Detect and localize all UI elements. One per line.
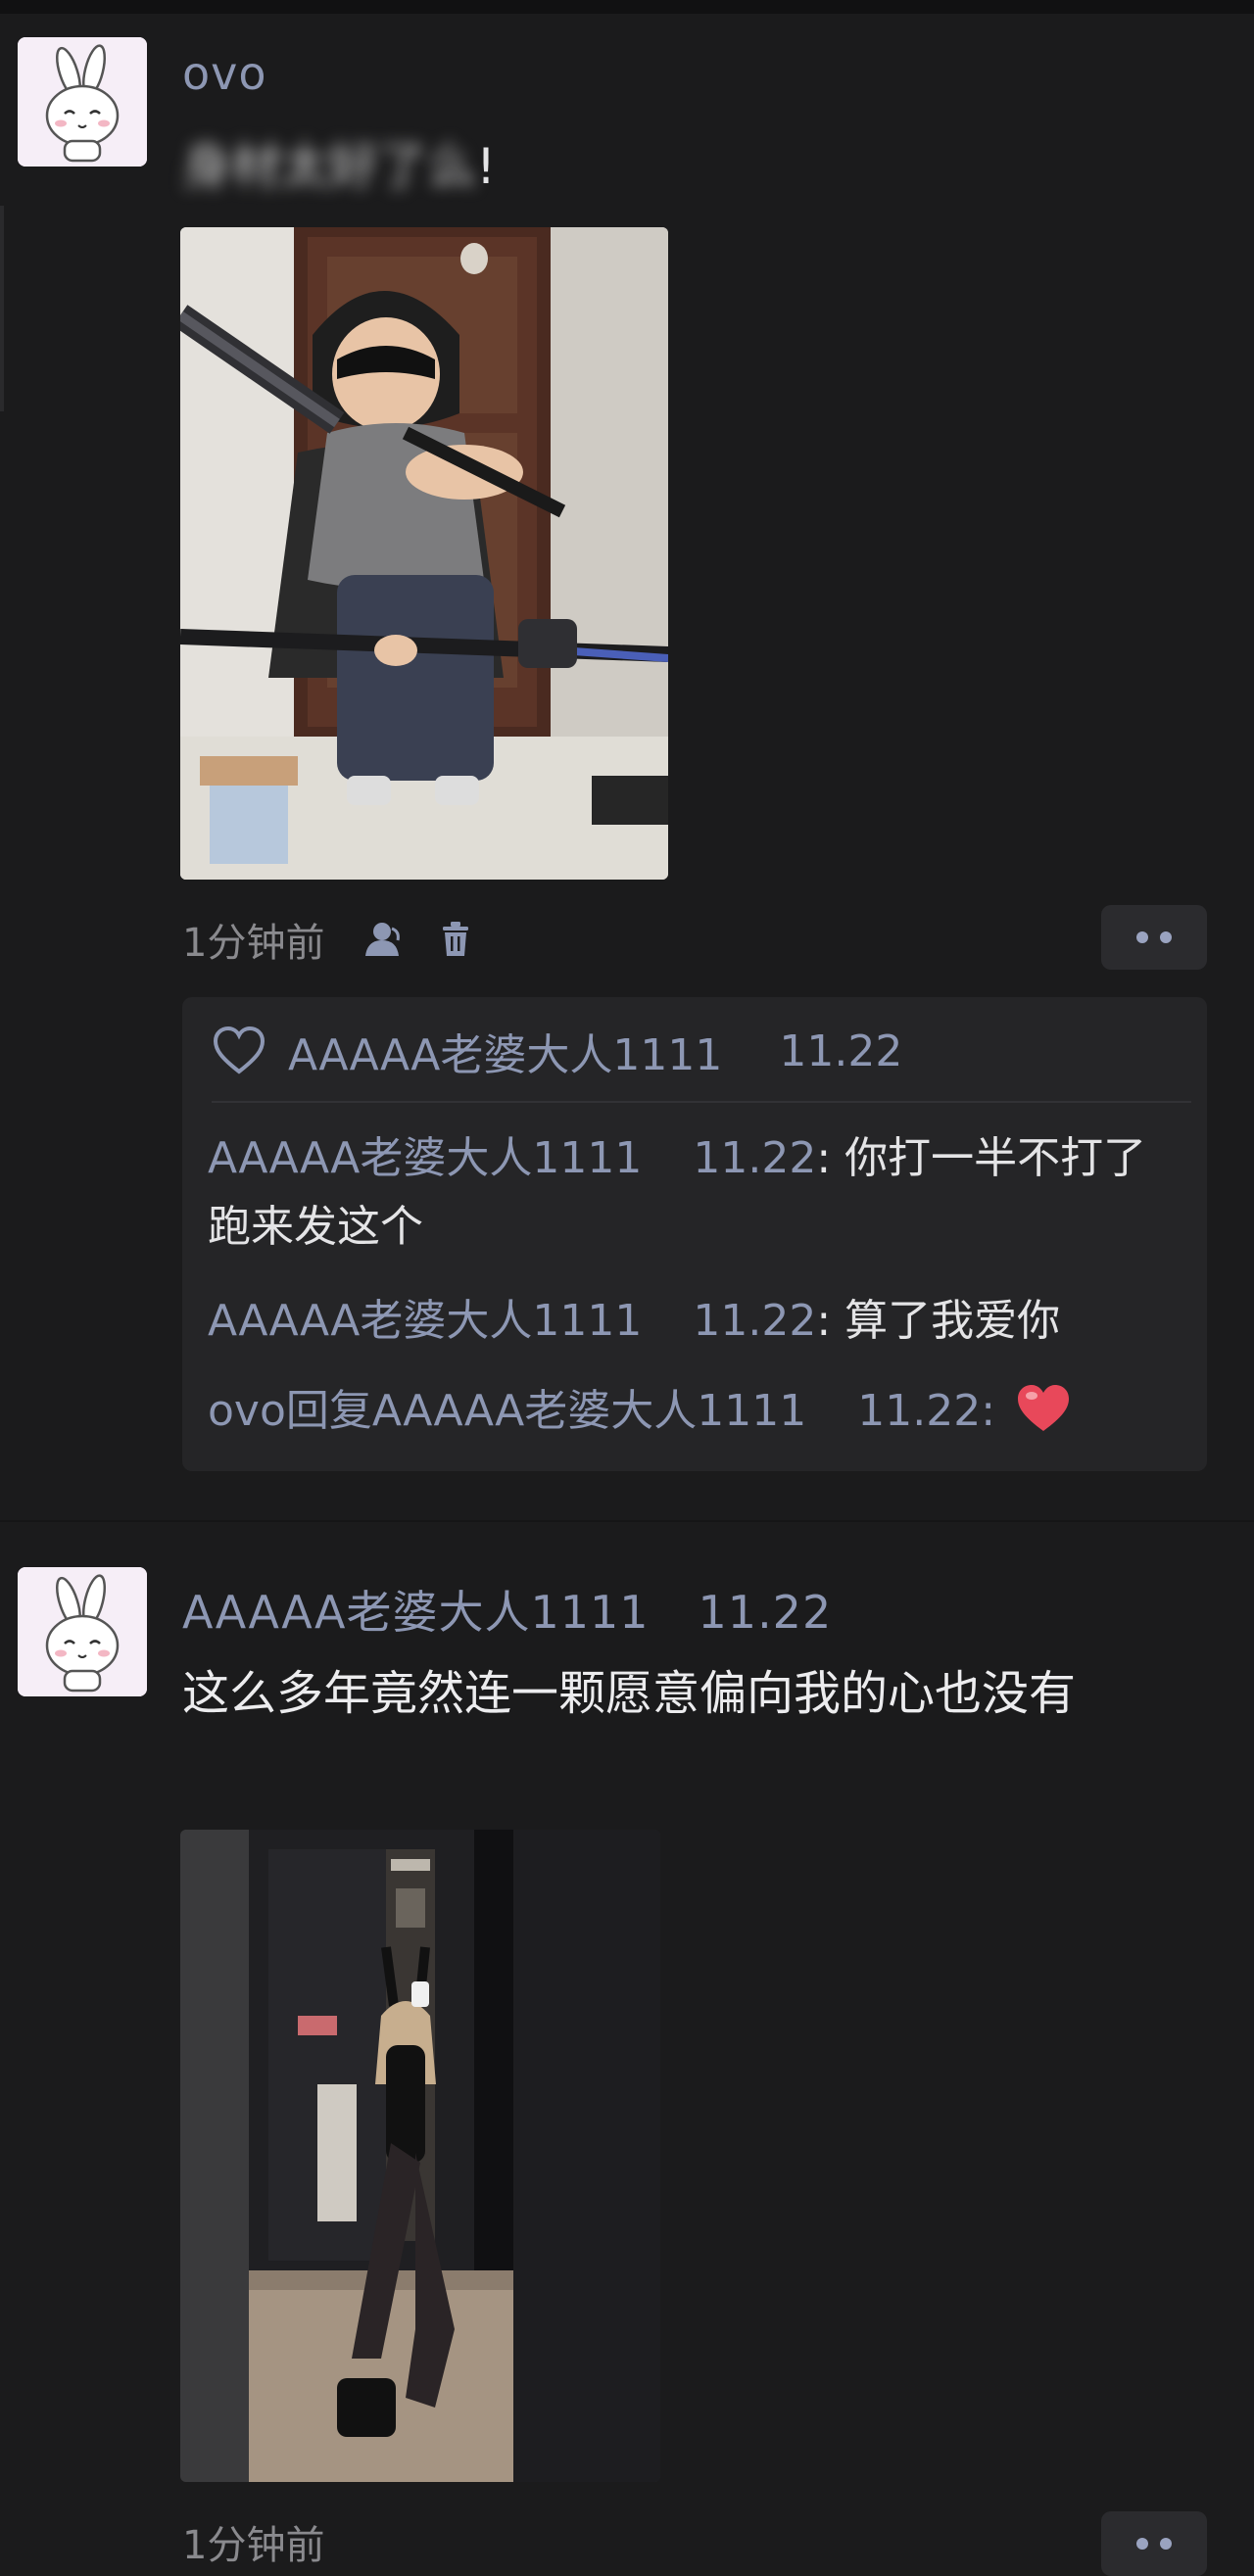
- comment-item[interactable]: AAAAA老婆大人1111 11.22: 你打一半不打了跑来发这个: [208, 1124, 1187, 1262]
- likes-separator: [212, 1101, 1191, 1103]
- person-icon[interactable]: [358, 914, 409, 965]
- bunny-avatar-icon: [18, 1567, 147, 1696]
- comment-time: 11.22: [857, 1386, 982, 1436]
- comment-separator: :: [816, 1296, 845, 1346]
- comment-text: 算了我爱你: [844, 1296, 1061, 1346]
- more-dots-icon: [1136, 2538, 1148, 2550]
- blurred-text-end: !: [476, 138, 497, 195]
- more-button[interactable]: [1101, 905, 1207, 970]
- more-dots-icon: [1160, 2538, 1172, 2550]
- comment-time: 11.22: [693, 1133, 817, 1183]
- author-name-text: AAAAA老婆大人1111: [182, 1586, 650, 1639]
- author-avatar[interactable]: [18, 37, 147, 167]
- heart-outline-icon: [213, 1026, 265, 1074]
- post-text-blurred: 身材太好了么!: [182, 127, 496, 198]
- more-button[interactable]: [1101, 2511, 1207, 2576]
- mirror-selfie-image: [180, 1830, 660, 2482]
- author-name-text: ovo: [182, 47, 267, 100]
- comment-author[interactable]: AAAAA老婆大人1111: [208, 1296, 642, 1346]
- blurred-text-content: 身材太好了么: [182, 138, 476, 195]
- post-time: 1分钟前: [182, 2523, 325, 2568]
- more-dots-icon: [1160, 931, 1172, 943]
- post-photo[interactable]: [180, 227, 668, 880]
- comment-separator: :: [981, 1386, 1010, 1436]
- comment-author[interactable]: AAAAA老婆大人1111: [208, 1133, 642, 1183]
- moment-post-2: AAAAA老婆大人1111 11.22 这么多年竟然连一颗愿意偏向我的心也没有: [0, 1524, 1254, 2576]
- comment-time: 11.22: [693, 1296, 817, 1346]
- bunny-avatar-icon: [18, 37, 147, 167]
- trash-icon[interactable]: [430, 914, 481, 965]
- comments-box: AAAAA老婆大人1111 11.22 AAAAA老婆大人1111 11.22: …: [182, 997, 1207, 1471]
- post-text: 这么多年竟然连一颗愿意偏向我的心也没有: [182, 1666, 1077, 1721]
- comment-separator: :: [816, 1133, 845, 1183]
- more-dots-icon: [1136, 931, 1148, 943]
- author-name[interactable]: AAAAA老婆大人1111 11.22: [182, 1577, 832, 1642]
- post-divider: [0, 1520, 1254, 1522]
- author-avatar[interactable]: [18, 1567, 147, 1696]
- comment-item[interactable]: AAAAA老婆大人1111 11.22: 算了我爱你: [208, 1287, 1187, 1356]
- moment-post-1: ovo 身材太好了么! 1分钟前 AAAAA老婆大人1111 11.22 AAA…: [0, 0, 1254, 1524]
- comment-item[interactable]: ovo回复AAAAA老婆大人1111 11.22:: [208, 1377, 1187, 1446]
- author-name[interactable]: ovo: [182, 47, 267, 100]
- cosplay-photo-image: [180, 227, 668, 880]
- author-time: 11.22: [698, 1586, 833, 1639]
- like-user[interactable]: AAAAA老婆大人1111: [288, 1020, 722, 1082]
- red-heart-icon: [1018, 1385, 1070, 1431]
- comment-author[interactable]: ovo回复AAAAA老婆大人1111: [208, 1386, 806, 1436]
- post-time: 1分钟前: [182, 921, 325, 966]
- post-photo[interactable]: [180, 1830, 660, 2482]
- like-time: 11.22: [779, 1026, 903, 1076]
- likes-row: AAAAA老婆大人1111 11.22: [212, 1019, 902, 1083]
- post-meta-row: 1分钟前: [182, 905, 503, 974]
